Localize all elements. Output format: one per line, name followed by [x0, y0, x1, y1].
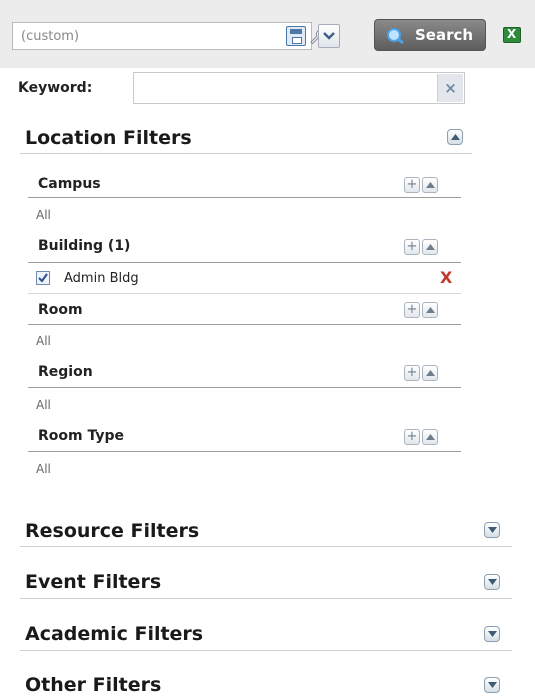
resource-filters-title: Resource Filters [25, 520, 200, 542]
room-filter-value: All [36, 334, 51, 348]
filter-divider [28, 324, 461, 325]
keyword-input[interactable] [133, 72, 465, 104]
chevron-up-icon [426, 370, 435, 376]
keyword-label: Keyword: [18, 80, 93, 96]
chevron-down-icon [488, 579, 497, 585]
section-divider [20, 153, 472, 154]
chevron-up-icon [426, 244, 435, 250]
filter-divider [28, 293, 461, 294]
event-filters-title: Event Filters [25, 571, 162, 593]
search-icon [385, 27, 405, 49]
building-collapse-button[interactable] [422, 239, 438, 255]
location-filters-collapse-button[interactable] [447, 129, 463, 145]
admin-bldg-checkbox[interactable] [36, 271, 50, 285]
excel-icon[interactable] [503, 27, 521, 43]
chevron-down-icon [488, 682, 497, 688]
academic-filters-expand-button[interactable] [484, 626, 500, 642]
plus-icon: + [406, 177, 418, 192]
plus-icon: + [406, 429, 418, 444]
other-filters-expand-button[interactable] [484, 677, 500, 693]
location-filters-title: Location Filters [25, 127, 192, 149]
building-filter-title: Building (1) [38, 238, 131, 254]
section-divider [20, 546, 512, 547]
room-type-collapse-button[interactable] [422, 429, 438, 445]
region-add-button[interactable]: + [404, 365, 420, 381]
section-divider [20, 650, 512, 651]
room-collapse-button[interactable] [422, 302, 438, 318]
campus-filter-title: Campus [38, 176, 101, 192]
section-divider [20, 598, 512, 599]
room-type-add-button[interactable]: + [404, 429, 420, 445]
room-type-filter-value: All [36, 462, 51, 476]
chevron-up-icon [426, 182, 435, 188]
chevron-up-icon [426, 307, 435, 313]
keyword-clear-button[interactable]: × [437, 74, 463, 102]
remove-admin-bldg-button[interactable]: X [440, 268, 452, 287]
search-button[interactable]: Search [374, 19, 486, 51]
chevron-down-icon [488, 527, 497, 533]
room-filter-title: Room [38, 302, 83, 318]
plus-icon: + [406, 302, 418, 317]
saved-search-dropdown-button[interactable] [318, 24, 340, 48]
chevron-down-icon [323, 32, 335, 40]
room-type-filter-title: Room Type [38, 428, 125, 444]
saved-search-select[interactable]: (custom) [12, 22, 325, 50]
academic-filters-title: Academic Filters [25, 623, 204, 645]
filter-divider [28, 197, 461, 198]
plus-icon: + [406, 239, 418, 254]
top-toolbar: (custom) Search [0, 0, 535, 68]
event-filters-expand-button[interactable] [484, 574, 500, 590]
filter-divider [28, 387, 461, 388]
campus-add-button[interactable]: + [404, 177, 420, 193]
building-add-button[interactable]: + [404, 239, 420, 255]
room-add-button[interactable]: + [404, 302, 420, 318]
filter-divider [28, 451, 461, 452]
region-collapse-button[interactable] [422, 365, 438, 381]
filter-divider [28, 262, 461, 263]
plus-icon: + [406, 365, 418, 380]
resource-filters-expand-button[interactable] [484, 522, 500, 538]
checkmark-icon [38, 273, 48, 283]
admin-bldg-label: Admin Bldg [64, 271, 139, 286]
chevron-down-icon [488, 631, 497, 637]
region-filter-title: Region [38, 364, 93, 380]
campus-collapse-button[interactable] [422, 177, 438, 193]
save-icon[interactable] [286, 26, 306, 46]
chevron-up-icon [451, 134, 460, 140]
saved-search-value: (custom) [21, 29, 80, 44]
other-filters-title: Other Filters [25, 674, 162, 696]
search-button-label: Search [415, 26, 474, 44]
region-filter-value: All [36, 398, 51, 412]
chevron-up-icon [426, 434, 435, 440]
campus-filter-value: All [36, 208, 51, 222]
